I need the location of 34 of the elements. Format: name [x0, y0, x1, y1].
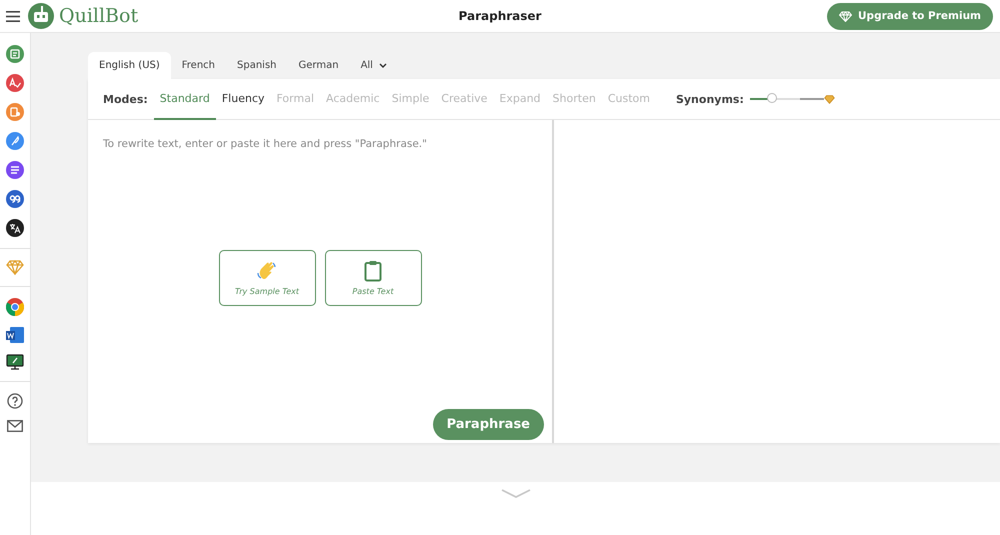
translate-icon[interactable] [6, 219, 24, 237]
action-button[interactable]: Paste Text [324, 250, 422, 306]
waving-hand-icon [256, 260, 278, 282]
language-tab[interactable]: German [288, 52, 350, 79]
language-tab[interactable]: Spanish [226, 52, 288, 79]
page-title: Paraphraser [458, 9, 542, 23]
paraphrase-button[interactable]: Paraphrase [432, 409, 544, 440]
synonyms-label: Synonyms: [676, 92, 744, 106]
language-tab[interactable]: French [170, 52, 226, 79]
logo-text: QuillBot [59, 5, 138, 27]
action-button[interactable]: Try Sample Text [218, 250, 316, 306]
quote-icon[interactable] [6, 190, 24, 208]
chrome-icon[interactable] [6, 298, 24, 316]
word-icon[interactable] [6, 327, 24, 343]
grammar-check-icon[interactable] [6, 74, 24, 92]
menu-icon[interactable] [6, 10, 20, 22]
caret-icon [378, 63, 387, 68]
help-icon[interactable] [7, 393, 23, 409]
upgrade-button[interactable]: Upgrade to Premium [827, 2, 993, 30]
document-check-icon[interactable] [6, 103, 24, 121]
diamond-icon [824, 94, 835, 104]
mail-icon[interactable] [7, 420, 23, 432]
quill-icon[interactable] [6, 132, 24, 150]
mode-tab[interactable]: Fluency [216, 78, 270, 120]
slider-thumb[interactable] [767, 93, 778, 103]
diamond-icon [839, 10, 852, 22]
monitor-icon[interactable] [6, 354, 24, 370]
modes-label: Modes: [103, 92, 148, 106]
language-tab[interactable]: All [350, 52, 398, 79]
lines-icon[interactable] [6, 161, 24, 179]
language-tab[interactable]: English (US) [88, 52, 171, 79]
document-icon[interactable] [6, 45, 24, 63]
clipboard-icon [364, 260, 382, 282]
robot-logo-icon [28, 3, 54, 29]
